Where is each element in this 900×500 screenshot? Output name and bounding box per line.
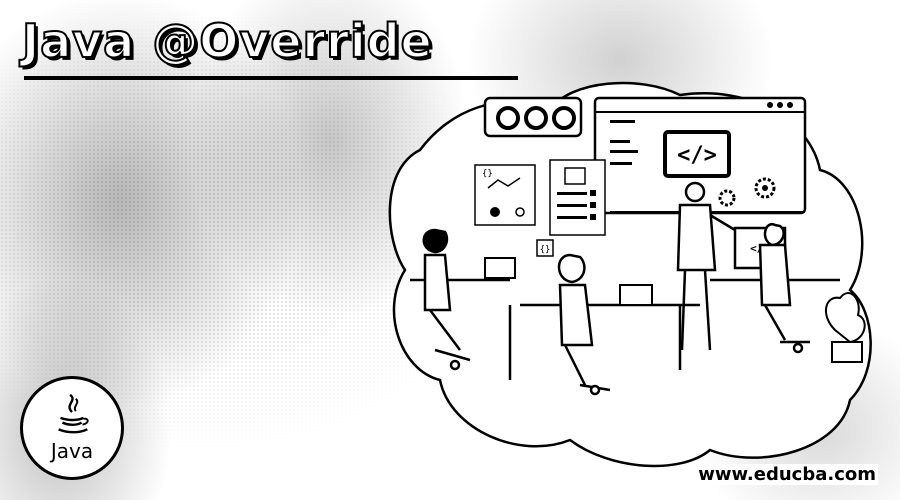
chart-panel: {} <box>474 164 536 226</box>
svg-text:{}: {} <box>540 245 551 255</box>
java-cup-icon <box>58 393 89 434</box>
plant-icon <box>825 292 866 363</box>
developers-illustration: </> {} {} </> <box>388 81 872 468</box>
java-logo: Java <box>20 376 124 480</box>
java-logo-text: Java <box>50 439 94 463</box>
site-url[interactable]: www.educba.com <box>696 464 878 485</box>
svg-text:{}: {} <box>482 169 493 179</box>
code-icon: </> <box>677 143 717 168</box>
desk-laptop-center <box>619 284 653 306</box>
brace-badge: {} <box>536 239 554 257</box>
image-panel <box>549 159 606 236</box>
page-title: Java @Override <box>21 13 433 69</box>
progress-window <box>483 96 583 138</box>
desk-laptop-left <box>484 257 516 279</box>
